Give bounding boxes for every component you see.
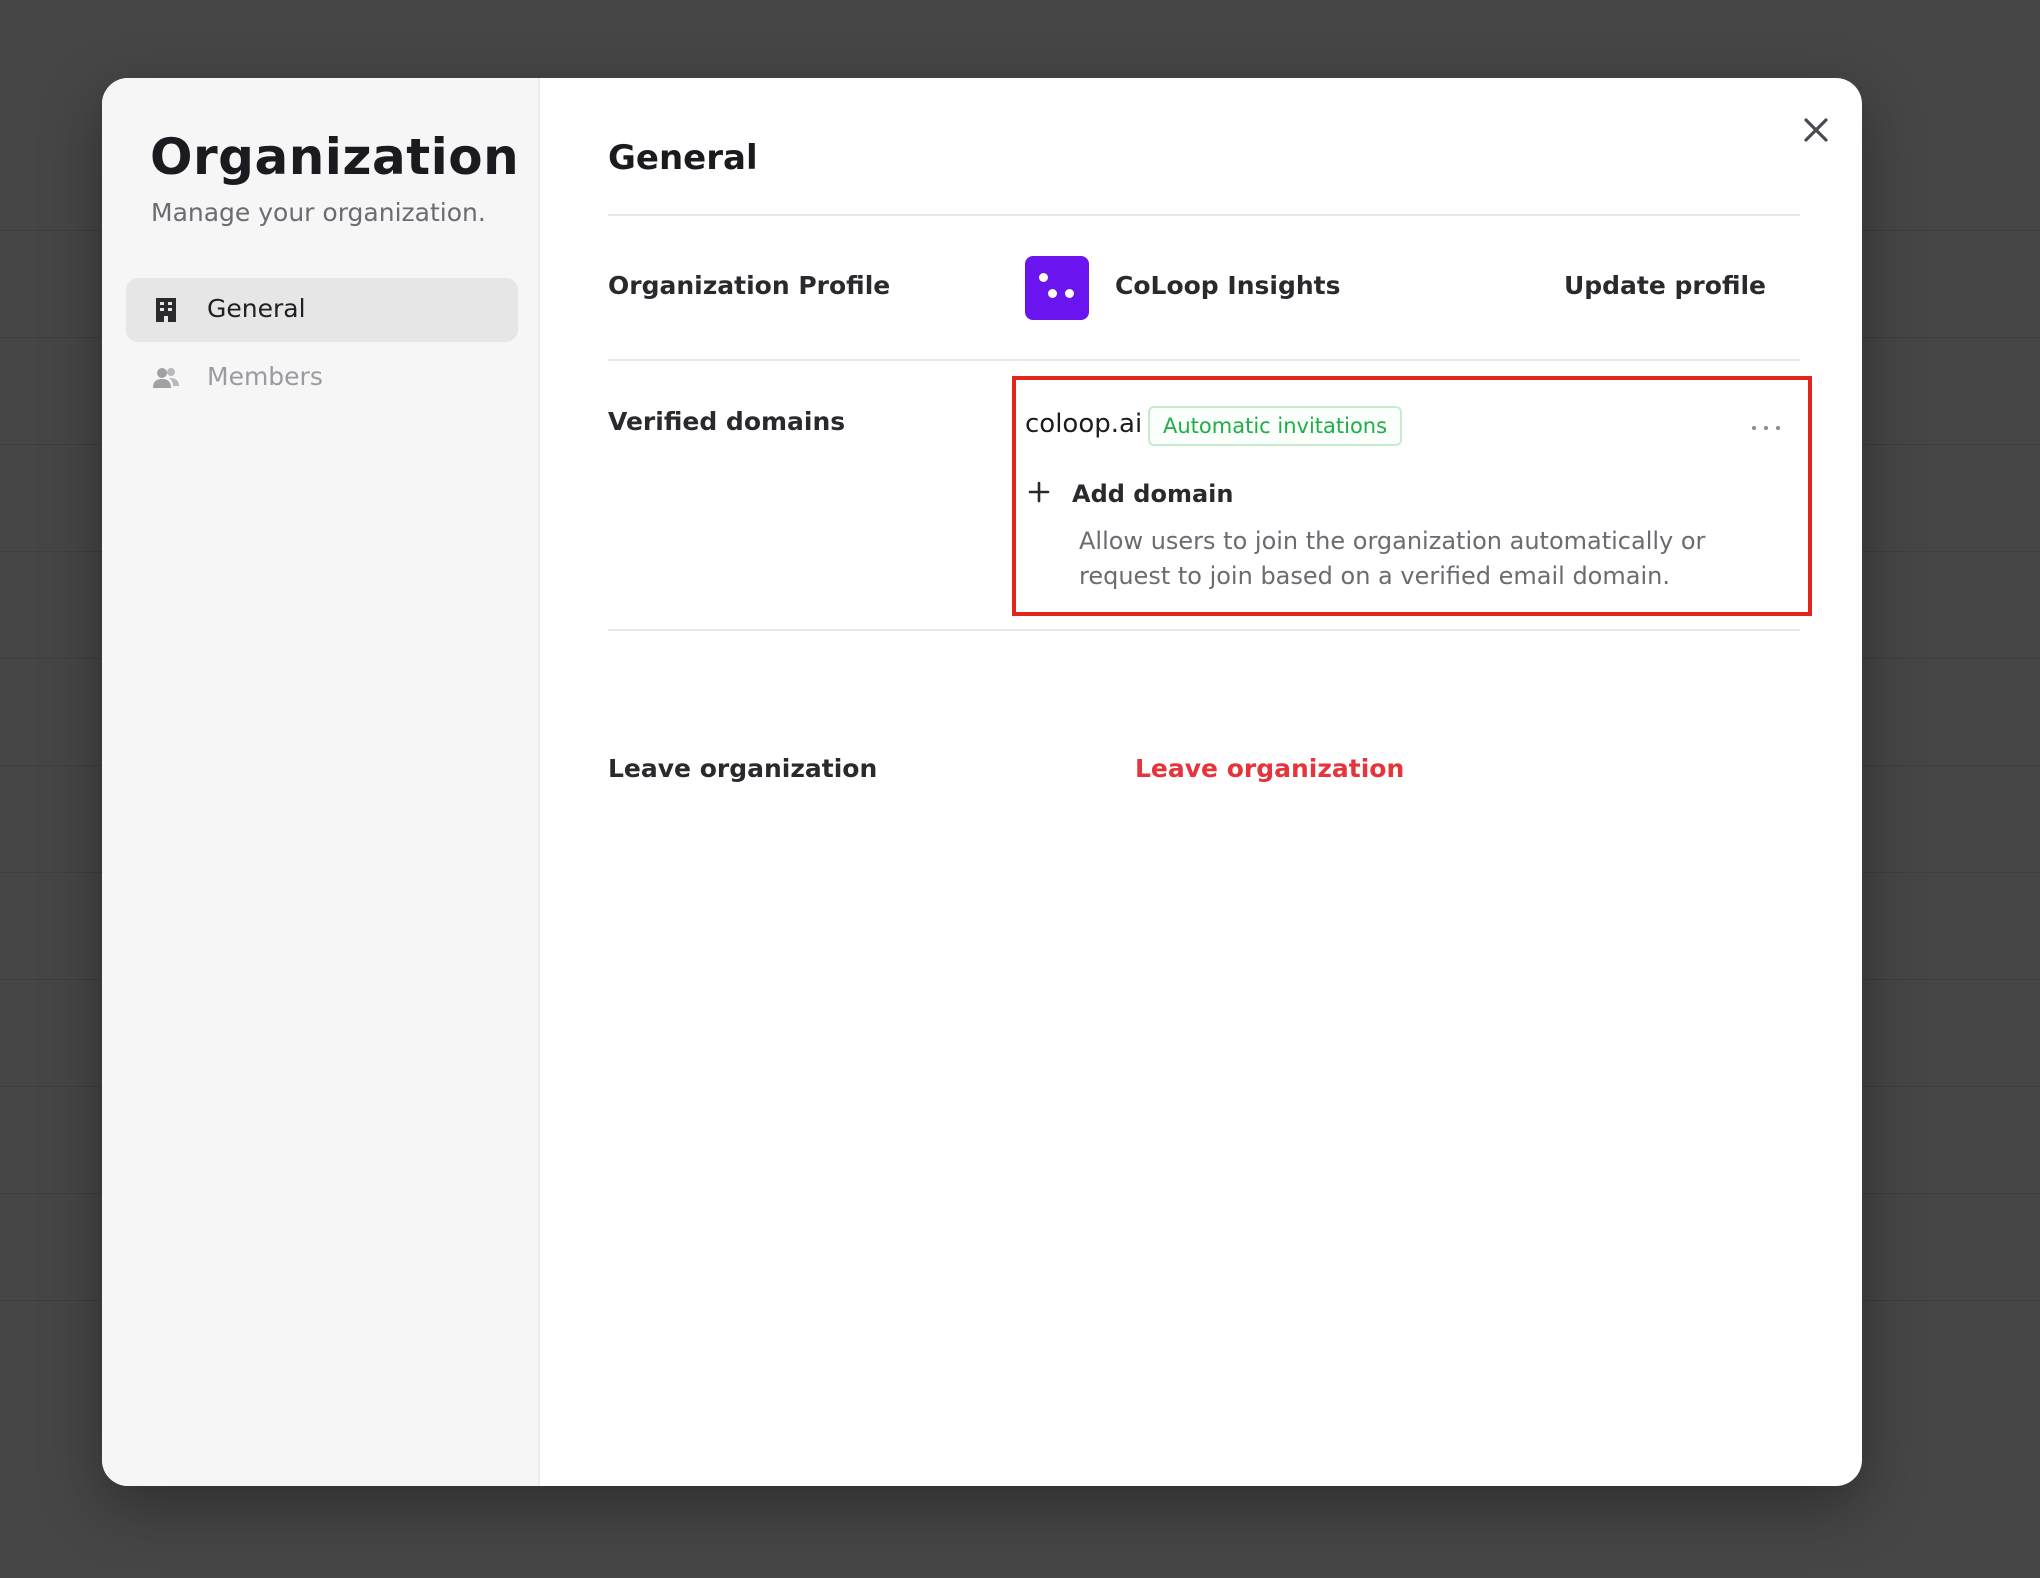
section-title: General [608,138,758,178]
sidebar-item-label: General [207,294,306,323]
building-icon [152,296,180,324]
sidebar-title: Organization [150,128,520,186]
verified-domains-label: Verified domains [608,407,846,436]
highlight-box [1012,376,1812,616]
divider [608,629,1800,631]
org-name: CoLoop Insights [1115,271,1341,300]
divider [608,214,1800,216]
sidebar-item-label: Members [207,362,323,391]
sidebar-subtitle: Manage your organization. [151,198,486,227]
main-content: General Organization Profile CoLoop Insi… [540,78,1862,1486]
divider [608,359,1800,361]
close-icon [1803,117,1829,147]
close-button[interactable] [1796,112,1836,152]
sidebar-item-general[interactable]: General [126,278,518,342]
org-logo [1025,256,1089,320]
profile-label: Organization Profile [608,271,891,300]
update-profile-button[interactable]: Update profile [1564,271,1766,300]
leave-label: Leave organization [608,754,878,783]
users-icon [152,364,180,392]
organization-modal: Organization Manage your organization. G… [102,78,1862,1486]
sidebar: Organization Manage your organization. G… [102,78,540,1486]
leave-organization-button[interactable]: Leave organization [1135,754,1404,783]
sidebar-item-members[interactable]: Members [126,346,518,410]
